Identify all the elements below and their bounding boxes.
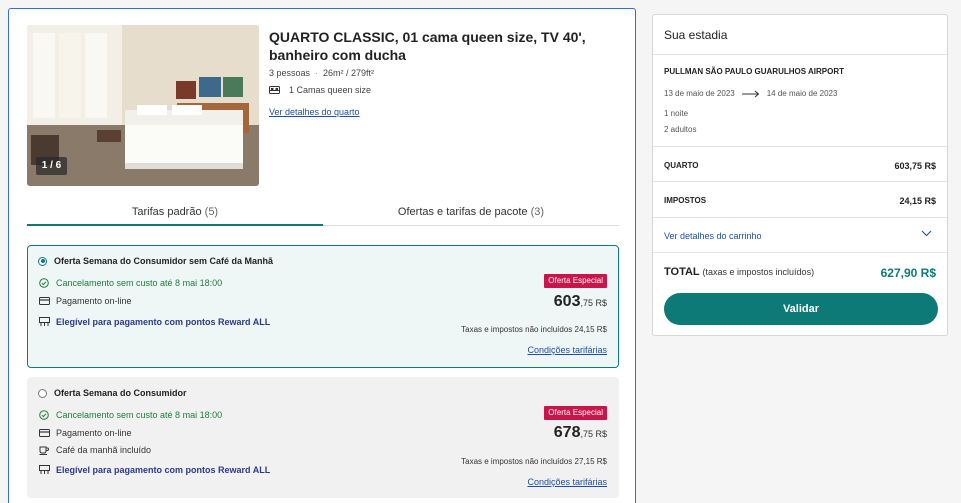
tab-label: Ofertas e tarifas de pacote (397, 206, 528, 218)
cart-details-link[interactable]: Ver detalhes do carrinho (664, 231, 762, 241)
tab-label: Tarifas padrão (131, 206, 202, 218)
credit-card-icon (38, 297, 50, 305)
payment-text: Pagamento on-line (56, 428, 132, 438)
radio-unselected-icon[interactable] (38, 388, 47, 398)
divider (653, 217, 947, 218)
rate-price: 603,75 R$ (554, 293, 607, 311)
chevron-down-icon[interactable] (921, 230, 932, 237)
room-meta: 3 pessoas · 26m² / 279ft² (269, 68, 374, 78)
divider (653, 181, 947, 182)
reward-eligibility: Elegível para pagamento com pontos Rewar… (38, 465, 270, 475)
stay-dates: 13 de maio de 2023 14 de maio de 2023 (664, 89, 837, 98)
total-title: TOTAL (664, 266, 700, 278)
reward-eligibility: Elegível para pagamento com pontos Rewar… (38, 317, 270, 327)
room-price-label: QUARTO (664, 161, 699, 170)
stay-summary: Sua estadia PULLMAN SÃO PAULO GUARULHOS … (652, 14, 948, 336)
rate-title: Oferta Semana do Consumidor (38, 388, 187, 398)
payment-text: Pagamento on-line (56, 296, 132, 306)
meta-separator: · (315, 68, 319, 78)
hotel-name: PULLMAN SÃO PAULO GUARULHOS AIRPORT (664, 67, 844, 76)
tab-count: (3) (530, 206, 545, 218)
tab-count: (5) (204, 206, 219, 218)
tab-standard-rates[interactable]: Tarifas padrão (5) (27, 206, 323, 226)
special-offer-badge: Oferta Especial (544, 406, 607, 420)
price-decimal: ,75 R$ (580, 298, 607, 308)
summary-title: Sua estadia (664, 28, 728, 42)
cancellation-policy: Cancelamento sem custo até 8 mai 18:00 (38, 278, 222, 288)
room-price-value: 603,75 R$ (894, 161, 936, 171)
price-decimal: ,75 R$ (580, 429, 607, 439)
rate-title: Oferta Semana do Consumidor sem Café da … (38, 256, 273, 266)
rate-option[interactable]: Oferta Semana do Consumidor Cancelamento… (27, 377, 619, 498)
check-circle-icon (39, 410, 49, 420)
payment-info: Pagamento on-line (38, 428, 132, 438)
price-integer: 678 (553, 424, 581, 441)
divider (653, 252, 947, 253)
room-card: 1 / 6 QUARTO CLASSIC, 01 cama queen size… (8, 8, 636, 503)
room-title: QUARTO CLASSIC, 01 cama queen size, TV 4… (269, 29, 586, 63)
bed-info: 1 Camas queen size (269, 85, 371, 95)
total-value: 627,90 R$ (880, 266, 936, 280)
validate-button[interactable]: Validar (664, 293, 938, 325)
taxes-note: Taxas e impostos não incluídos 27,15 R$ (461, 457, 607, 466)
breakfast-text: Café da manhã incluído (56, 445, 152, 455)
guests-count: 3 pessoas (269, 68, 311, 78)
check-circle-icon (39, 278, 49, 288)
room-size: 26m² / 279ft² (323, 68, 375, 78)
radio-selected-icon[interactable] (38, 256, 47, 266)
reward-text: Elegível para pagamento com pontos Rewar… (56, 317, 271, 327)
breakfast-info: Café da manhã incluído (38, 445, 151, 455)
divider (653, 54, 947, 55)
photo-counter: 1 / 6 (36, 157, 67, 175)
payment-info: Pagamento on-line (38, 296, 132, 306)
checkout-date: 14 de maio de 2023 (766, 89, 838, 98)
rate-price: 678,75 R$ (554, 424, 607, 442)
room-photo[interactable]: 1 / 6 (27, 25, 259, 186)
arrow-right-icon (741, 90, 760, 97)
total-label: TOTAL (taxas e impostos incluídos) (664, 266, 814, 278)
adults-count: 2 adultos (664, 125, 697, 134)
total-note: (taxas e impostos incluídos) (702, 267, 815, 277)
price-integer: 603 (553, 293, 581, 310)
rate-conditions-link[interactable]: Condições tarifárias (527, 477, 607, 487)
rate-name: Oferta Semana do Consumidor sem Café da … (54, 256, 274, 266)
bed-icon (269, 85, 280, 94)
coffee-cup-icon (39, 446, 49, 455)
rate-name: Oferta Semana do Consumidor (54, 388, 187, 398)
taxes-note: Taxas e impostos não incluídos 24,15 R$ (461, 325, 607, 334)
cancellation-policy: Cancelamento sem custo até 8 mai 18:00 (38, 410, 222, 420)
bed-label: 1 Camas queen size (289, 85, 372, 95)
special-offer-badge: Oferta Especial (544, 274, 607, 288)
rate-option-selected[interactable]: Oferta Semana do Consumidor sem Café da … (27, 245, 619, 368)
active-tab-indicator (27, 224, 323, 226)
taxes-value: 24,15 R$ (899, 196, 936, 206)
checkin-date: 13 de maio de 2023 (664, 89, 735, 98)
rate-conditions-link[interactable]: Condições tarifárias (527, 345, 607, 355)
cancellation-text: Cancelamento sem custo até 8 mai 18:00 (56, 278, 223, 288)
tab-package-rates[interactable]: Ofertas e tarifas de pacote (3) (323, 206, 619, 226)
divider (653, 146, 947, 147)
cancellation-text: Cancelamento sem custo até 8 mai 18:00 (56, 410, 223, 420)
credit-card-icon (38, 429, 50, 437)
reward-text: Elegível para pagamento com pontos Rewar… (56, 465, 271, 475)
reward-points-icon (38, 465, 50, 474)
taxes-label: IMPOSTOS (664, 196, 707, 205)
room-details-link[interactable]: Ver detalhes do quarto (269, 107, 360, 117)
reward-points-icon (38, 317, 50, 326)
nights-count: 1 noite (664, 109, 689, 118)
